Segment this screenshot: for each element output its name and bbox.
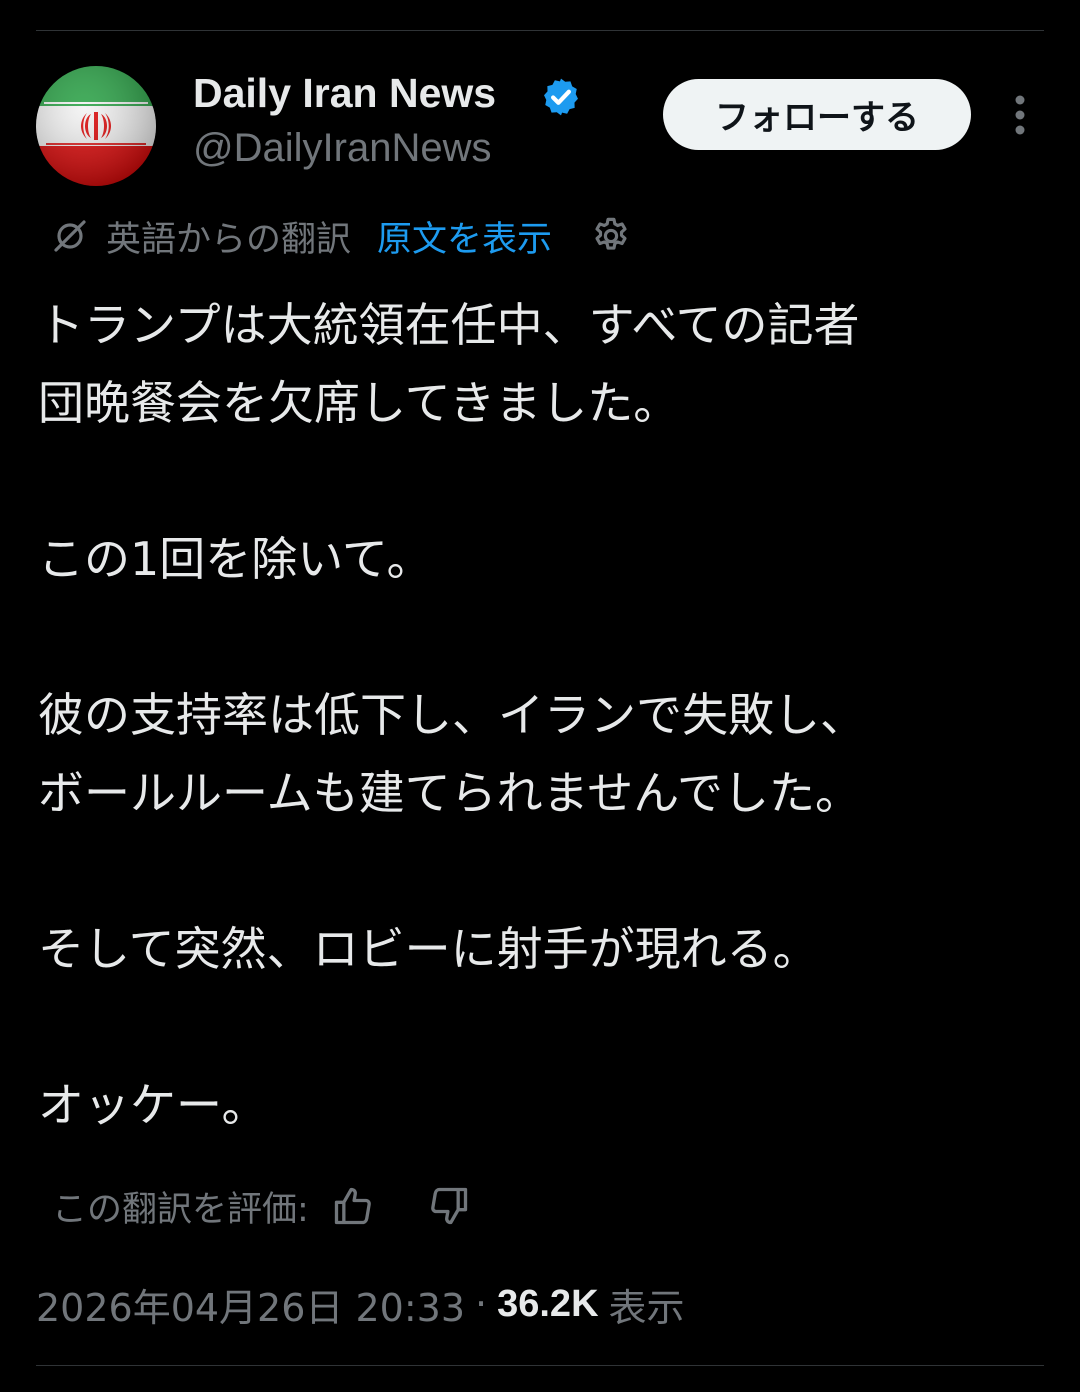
meta-separator: · bbox=[475, 1282, 488, 1326]
translation-rating: この翻訳を評価: bbox=[52, 1180, 471, 1232]
tweet-paragraph: オッケー。 bbox=[38, 1078, 268, 1132]
bottom-divider bbox=[36, 1365, 1044, 1366]
rating-label: この翻訳を評価: bbox=[52, 1189, 309, 1230]
verified-badge-icon bbox=[544, 78, 578, 116]
views-label: 表示 bbox=[608, 1285, 685, 1330]
follow-button[interactable]: フォローする bbox=[663, 79, 971, 150]
tweet-paragraph: 彼の支持率は低下し、イランで失敗し、 ボールルームも建てられませんでした。 bbox=[38, 688, 866, 820]
show-original-link[interactable]: 原文を表示 bbox=[377, 211, 552, 262]
thumbs-up-icon[interactable] bbox=[331, 1184, 375, 1228]
tweet-paragraph: トランプは大統領在任中、すべての記者 団晩餐会を欠席してきました。 bbox=[38, 298, 860, 430]
tweet-text: トランプは大統領在任中、すべての記者 団晩餐会を欠席してきました。 この1回を除… bbox=[38, 286, 1038, 1144]
top-divider bbox=[36, 30, 1044, 31]
tweet-paragraph: そして突然、ロビーに射手が現れる。 bbox=[38, 922, 819, 976]
iran-flag-avatar bbox=[36, 66, 156, 186]
translation-bar: 英語からの翻訳 原文を表示 bbox=[50, 212, 632, 260]
avatar[interactable] bbox=[36, 66, 156, 186]
views-count: 36.2K bbox=[497, 1282, 599, 1325]
gear-icon[interactable] bbox=[590, 215, 632, 257]
author-handle[interactable]: @DailyIranNews bbox=[193, 126, 491, 171]
tweet-meta: 2026年04月26日 20:33 · 36.2K 表示 bbox=[36, 1278, 685, 1330]
more-vertical-icon[interactable] bbox=[1006, 94, 1034, 136]
tweet-timestamp[interactable]: 2026年04月26日 20:33 bbox=[36, 1277, 465, 1332]
thumbs-down-icon[interactable] bbox=[427, 1184, 471, 1228]
translate-icon bbox=[54, 220, 86, 252]
tweet-paragraph: この1回を除いて。 bbox=[38, 532, 433, 586]
translation-label: 英語からの翻訳 bbox=[106, 219, 352, 260]
author-display-name[interactable]: Daily Iran News bbox=[193, 70, 496, 117]
